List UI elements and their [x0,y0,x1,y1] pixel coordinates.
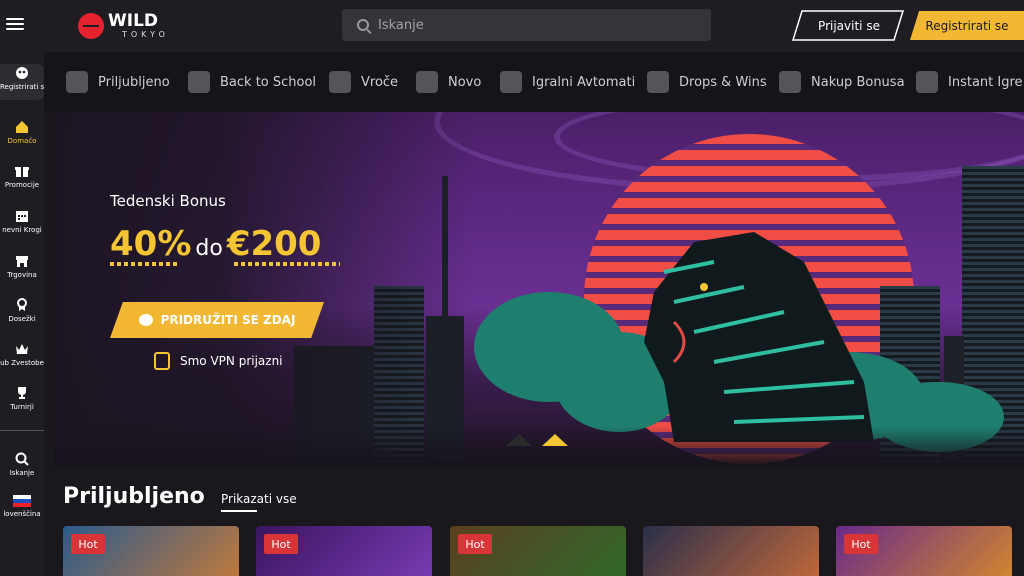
hot-badge: Hot [458,534,492,554]
hero-bonus-eur: €200 [226,224,322,264]
category-label: Drops & Wins [679,74,767,90]
sidebar-item-label: Dosežki [8,315,36,323]
sidebar-item-tournaments[interactable]: Turnirji [0,386,44,411]
hero-bonus-amount: 40% do €200 [110,224,321,264]
register-button[interactable]: Registrirati se [910,11,1024,40]
category-label: Instant Igre [948,74,1023,90]
category-label: Priljubljeno [98,74,170,90]
top-bar: WILD TOKYO Prijaviti se Registrirati se [0,0,1024,52]
game-card[interactable]: Hot [256,526,432,576]
category-slots[interactable]: Igralni Avtomati [500,68,635,96]
sidebar-item-label: Promocije [4,181,40,189]
trophy-icon [18,387,26,399]
register-icon [16,67,28,79]
home-icon [16,121,28,133]
search-input[interactable] [378,17,678,33]
new-icon [416,71,438,93]
sidebar-item-label: Iskanje [9,469,35,477]
hero-banner[interactable]: Tedenski Bonus 40% do €200 PRIDRUŽITI SE Z… [54,112,1024,466]
sidebar-item-register[interactable]: Registrirati se [0,66,44,91]
category-hot[interactable]: Vroče [329,68,398,96]
sidebar-item-label: Turnirji [10,403,34,411]
category-label: Vroče [361,74,399,90]
category-drops-wins[interactable]: Drops & Wins [647,68,767,96]
carousel-indicator-active[interactable] [542,434,568,446]
sidebar-item-label: Registrirati se [0,83,44,91]
hero-deco-stripes [234,262,340,266]
hero-tiger-illustration [644,232,874,442]
category-favorites[interactable]: Priljubljeno [66,68,170,96]
logo-mark-icon [78,13,104,39]
favorites-icon [66,71,88,93]
game-card[interactable]: Hot [836,526,1012,576]
game-card[interactable]: Hot [450,526,626,576]
hot-badge: Hot [844,534,878,554]
sidebar-item-search[interactable]: Iskanje [0,452,44,477]
sidebar-item-promotions[interactable]: Promocije [0,164,44,189]
hot-badge: Hot [264,534,298,554]
search-icon [357,19,369,31]
sidebar-item-label: Trgovina [7,271,37,279]
search-icon [15,452,29,466]
carousel-indicator[interactable] [506,434,532,446]
game-card[interactable]: Hot [63,526,239,576]
sidebar-item-home[interactable]: Domačo [0,120,44,145]
category-bonus-buy[interactable]: Nakup Bonusa [779,68,905,96]
sidebar-item-label: Domačo [7,137,37,145]
sidebar: Registrirati se Domačo Promocije nevni K… [0,52,44,576]
sidebar-item-language[interactable]: lovenščina [0,495,44,518]
sidebar-item-daily-rounds[interactable]: nevni Krogi [0,209,44,234]
gift-icon [15,167,29,177]
category-label: Novo [448,74,482,90]
join-now-button[interactable]: PRIDRUŽITI SE ZDAJ [110,302,324,338]
sidebar-item-achievements[interactable]: Dosežki [0,298,44,323]
category-label: Back to School [220,74,317,90]
logo-text-top: WILD [108,11,159,31]
logo-text-bottom: TOKYO [122,30,169,39]
show-all-underline [221,510,257,512]
join-now-label: PRIDRUŽITI SE ZDAJ [160,313,296,327]
flag-si-icon [13,495,31,507]
vpn-friendly-note: Smo VPN prijazni [154,352,283,370]
hero-bonus-percent: 40% [110,224,192,264]
instant-icon [916,71,938,93]
vpn-shield-icon [154,352,170,370]
login-button[interactable]: Prijaviti se [796,11,902,40]
hero-ground [54,426,1024,466]
sidebar-divider [0,430,44,431]
crown-icon [16,344,28,354]
category-instant-games[interactable]: Instant Igre [916,68,1023,96]
category-new[interactable]: Novo [416,68,481,96]
sidebar-item-label: nevni Krogi [2,226,42,234]
category-label: Igralni Avtomati [532,74,636,90]
hero-bonus-do: do [195,236,223,261]
bonus-buy-icon [779,71,801,93]
hero-deco-stripes [110,262,180,266]
hero-fade [54,112,474,466]
search-bar[interactable] [342,9,711,41]
join-icon [138,314,153,326]
achievement-icon [17,298,27,311]
calendar-icon [16,211,28,222]
section-title: Priljubljeno [63,484,205,509]
slot-icon [500,71,522,93]
sidebar-item-label: lovenščina [3,510,41,518]
category-back-to-school[interactable]: Back to School [188,68,316,96]
shop-icon [16,256,28,267]
show-all-link[interactable]: Prikazati vse [221,492,297,506]
fire-icon [329,71,351,93]
vpn-text: Smo VPN prijazni [180,354,283,368]
sidebar-item-shop[interactable]: Trgovina [0,254,44,279]
hot-badge: Hot [71,534,105,554]
category-label: Nakup Bonusa [811,74,905,90]
backpack-icon [188,71,210,93]
drops-wins-icon [647,71,669,93]
hero-bonus-title: Tedenski Bonus [110,192,226,210]
logo[interactable]: WILD TOKYO [78,12,169,40]
game-card[interactable] [643,526,819,576]
hamburger-menu-icon[interactable] [6,18,24,32]
category-nav: Priljubljeno Back to School Vroče Novo I… [44,52,1024,112]
sidebar-item-loyalty[interactable]: ub Zvestobe [0,342,44,367]
sidebar-item-label: ub Zvestobe [0,359,44,367]
